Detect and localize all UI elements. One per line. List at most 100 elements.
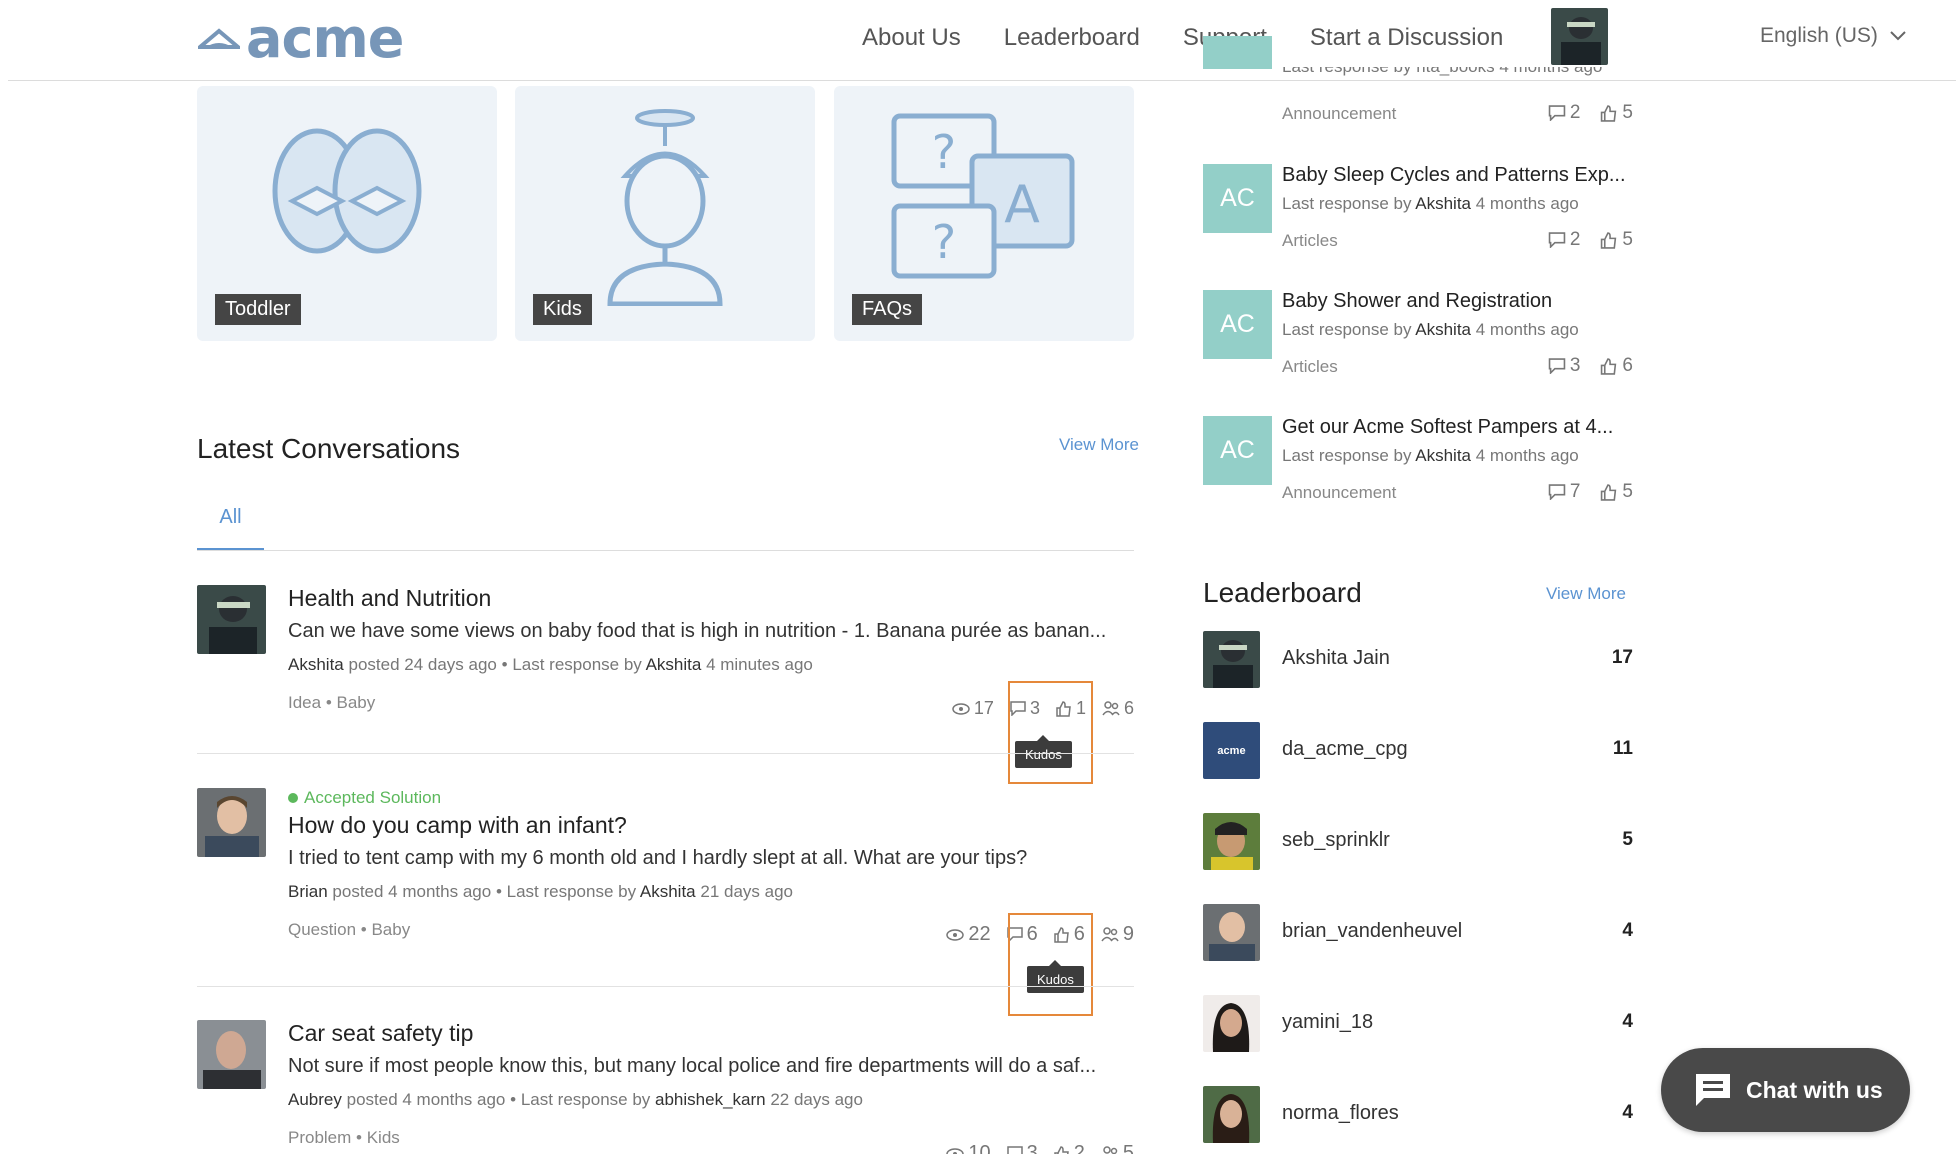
- chat-bubble-icon: [1696, 1074, 1730, 1106]
- avatar[interactable]: [197, 788, 266, 857]
- logo-mountain-icon: [198, 28, 240, 49]
- category-card-toddler[interactable]: Toddler: [197, 86, 497, 341]
- category-label: Kids: [533, 294, 592, 325]
- latest-view-more-link[interactable]: View More: [1059, 435, 1139, 455]
- conversation-title[interactable]: Car seat safety tip: [288, 1020, 1134, 1047]
- kudos-stat[interactable]: 5: [1600, 481, 1633, 503]
- avatar[interactable]: acme: [1203, 722, 1260, 779]
- leaderboard-name[interactable]: brian_vandenheuvel: [1282, 920, 1462, 943]
- thumbs-up-icon: [1054, 1145, 1069, 1154]
- comment-icon: [1548, 484, 1566, 500]
- participants-stat: 5: [1101, 1142, 1134, 1154]
- baby-shoes-icon: [272, 128, 422, 254]
- last-responder-link[interactable]: Akshita: [646, 655, 702, 674]
- chat-label: Chat with us: [1746, 1076, 1883, 1103]
- conversation-excerpt: Can we have some views on baby food that…: [288, 620, 1107, 642]
- comment-icon: [1006, 1146, 1023, 1154]
- recent-post-last-response: Last response by Akshita 4 months ago: [1282, 194, 1579, 213]
- views-stat: 17: [952, 698, 994, 719]
- accepted-solution-badge: Accepted Solution: [288, 788, 1134, 808]
- site-header: acme About Us Leaderboard Support Start …: [8, 0, 1956, 81]
- recent-post-category[interactable]: Announcement: [1282, 104, 1396, 124]
- conversation-item: Car seat safety tip Not sure if most peo…: [197, 1020, 1134, 1154]
- chevron-down-icon: [1890, 31, 1906, 41]
- chat-with-us-button[interactable]: Chat with us: [1661, 1048, 1910, 1132]
- author-link[interactable]: Brian: [288, 882, 328, 901]
- recent-post-item: Last response by rita_books 4 months ago…: [1203, 36, 1633, 126]
- author-link[interactable]: Akshita: [288, 655, 344, 674]
- leaderboard-row: norma_flores 4: [1203, 1086, 1633, 1143]
- conversation-excerpt: Not sure if most people know this, but m…: [288, 1055, 1097, 1077]
- last-responder-link[interactable]: abhishek_karn: [655, 1090, 766, 1109]
- recent-post-title[interactable]: Get our Acme Softest Pampers at 4...: [1282, 416, 1613, 439]
- kudos-stat[interactable]: 6: [1600, 355, 1633, 377]
- leaderboard-name[interactable]: yamini_18: [1282, 1011, 1373, 1034]
- tabs-divider: [197, 550, 1134, 551]
- replies-stat: 7: [1548, 481, 1580, 503]
- language-label: English (US): [1760, 24, 1878, 47]
- views-stat: 10: [946, 1142, 991, 1154]
- acme-logo[interactable]: acme: [198, 12, 404, 66]
- thumbs-up-icon: [1601, 231, 1617, 249]
- thumbs-up-icon: [1601, 357, 1617, 375]
- recent-post-title[interactable]: Baby Sleep Cycles and Patterns Exp...: [1282, 164, 1626, 187]
- category-card-faqs[interactable]: ? A ? FAQs: [834, 86, 1134, 341]
- leaderboard-name[interactable]: seb_sprinklr: [1282, 829, 1390, 852]
- avatar[interactable]: AC: [1203, 290, 1272, 359]
- recent-post-stats: 2 5: [1548, 229, 1633, 251]
- leaderboard-row: seb_sprinklr 5: [1203, 813, 1633, 870]
- kudos-stat[interactable]: 5: [1600, 102, 1633, 124]
- category-label: Toddler: [215, 294, 301, 325]
- leaderboard-view-more-link[interactable]: View More: [1546, 584, 1626, 604]
- recent-post-item: AC Baby Shower and Registration Last res…: [1203, 290, 1633, 390]
- avatar[interactable]: [197, 585, 266, 654]
- avatar[interactable]: [1203, 1086, 1260, 1143]
- users-icon: [1101, 927, 1119, 942]
- tab-all[interactable]: All: [197, 500, 264, 551]
- recent-post-stats: 3 6: [1548, 355, 1633, 377]
- kudos-stat[interactable]: 5: [1600, 229, 1633, 251]
- avatar[interactable]: [1203, 904, 1260, 961]
- language-selector[interactable]: English (US): [1760, 24, 1906, 48]
- leaderboard-name[interactable]: Akshita Jain: [1282, 647, 1390, 670]
- recent-post-stats: 2 5: [1548, 102, 1633, 124]
- conversation-meta: Aubrey posted 4 months ago • Last respon…: [288, 1090, 863, 1109]
- nav-leaderboard[interactable]: Leaderboard: [1004, 24, 1140, 52]
- views-stat: 22: [946, 923, 991, 946]
- avatar[interactable]: AC: [1203, 164, 1272, 233]
- author-link[interactable]: Aubrey: [288, 1090, 342, 1109]
- recent-post-stats: 7 5: [1548, 481, 1633, 503]
- leaderboard-score: 4: [1622, 1011, 1633, 1032]
- leaderboard-score: 4: [1622, 1102, 1633, 1123]
- recent-post-title[interactable]: Baby Shower and Registration: [1282, 290, 1552, 313]
- avatar[interactable]: [1203, 631, 1260, 688]
- leaderboard-score: 4: [1622, 920, 1633, 941]
- leaderboard-name[interactable]: norma_flores: [1282, 1102, 1399, 1125]
- avatar[interactable]: [1203, 813, 1260, 870]
- conversation-item: Accepted Solution How do you camp with a…: [197, 788, 1134, 978]
- nav-about-us[interactable]: About Us: [862, 24, 961, 52]
- avatar[interactable]: [197, 1020, 266, 1089]
- recent-post-category[interactable]: Articles: [1282, 357, 1338, 377]
- last-responder-link[interactable]: Akshita: [640, 882, 696, 901]
- leaderboard-row: brian_vandenheuvel 4: [1203, 904, 1633, 961]
- leaderboard-row: yamini_18 4: [1203, 995, 1633, 1052]
- conversation-divider: [197, 753, 1134, 754]
- avatar[interactable]: AC: [1203, 416, 1272, 485]
- kudos-stat[interactable]: 2: [1054, 1142, 1085, 1154]
- conversation-item: Health and Nutrition Can we have some vi…: [197, 585, 1134, 745]
- conversation-title[interactable]: How do you camp with an infant?: [288, 812, 1134, 839]
- avatar[interactable]: [1203, 995, 1260, 1052]
- recent-post-category[interactable]: Announcement: [1282, 483, 1396, 503]
- latest-conversations-title: Latest Conversations: [197, 433, 461, 464]
- avatar[interactable]: [1203, 36, 1272, 69]
- participants-stat: 6: [1102, 698, 1134, 719]
- leaderboard-name[interactable]: da_acme_cpg: [1282, 738, 1408, 761]
- participants-stat: 9: [1101, 923, 1134, 946]
- recent-post-category[interactable]: Articles: [1282, 231, 1338, 251]
- kudos-highlight-box: [1008, 681, 1093, 784]
- conversation-title[interactable]: Health and Nutrition: [288, 585, 1134, 612]
- conversation-meta: Akshita posted 24 days ago • Last respon…: [288, 655, 813, 674]
- category-card-kids[interactable]: Kids: [515, 86, 815, 341]
- leaderboard-title: Leaderboard: [1203, 577, 1362, 608]
